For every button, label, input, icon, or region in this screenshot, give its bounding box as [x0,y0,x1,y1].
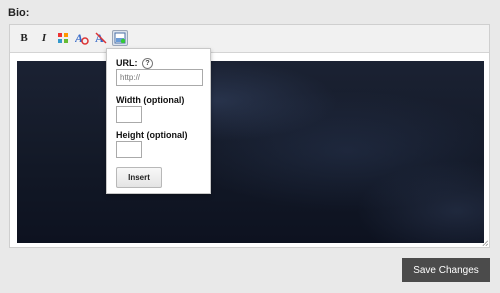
font-icon[interactable]: A [74,30,90,46]
editor-content-image[interactable] [17,61,484,243]
color-picker-icon[interactable] [55,30,71,46]
width-label: Width (optional) [116,95,185,105]
width-input[interactable] [116,106,142,123]
height-label: Height (optional) [116,130,188,140]
height-input[interactable] [116,141,142,158]
insert-button[interactable]: Insert [116,167,162,188]
insert-image-icon[interactable] [112,30,128,46]
url-label-row: URL: ? [116,58,154,70]
resize-handle-icon[interactable] [482,240,488,246]
url-input[interactable] [116,69,203,86]
bold-icon[interactable]: B [16,30,32,46]
italic-icon[interactable]: I [36,30,52,46]
bio-label: Bio: [8,7,30,19]
url-label: URL: [116,58,138,68]
clear-format-icon[interactable]: A [93,30,109,46]
rich-text-editor: B I A A [9,24,490,248]
save-changes-button[interactable]: Save Changes [402,258,490,282]
insert-image-dialog: URL: ? Width (optional) Height (optional… [106,48,211,194]
editor-toolbar: B I A A [10,25,489,53]
help-icon[interactable]: ? [142,58,154,70]
